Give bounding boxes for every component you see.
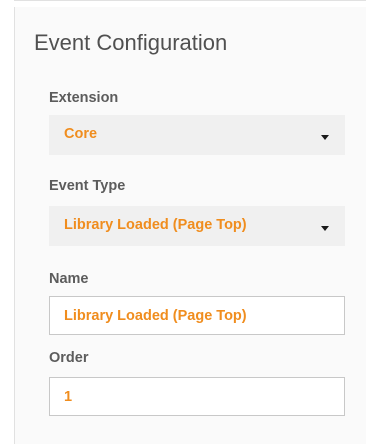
- name-field[interactable]: [49, 296, 345, 335]
- name-label: Name: [49, 271, 89, 287]
- extension-selected-value: Core: [64, 126, 98, 142]
- event-type-label: Event Type: [49, 178, 126, 194]
- order-field[interactable]: [49, 377, 345, 416]
- event-configuration-view: Event Configuration Extension Core Event…: [0, 0, 366, 444]
- caret-down-icon: [321, 135, 329, 140]
- event-type-select[interactable]: Library Loaded (Page Top): [49, 206, 345, 246]
- extension-select[interactable]: Core: [49, 115, 345, 155]
- extension-label: Extension: [49, 90, 119, 106]
- order-label: Order: [49, 350, 89, 366]
- event-type-selected-value: Library Loaded (Page Top): [64, 217, 247, 233]
- caret-down-icon: [321, 226, 329, 231]
- panel-title: Event Configuration: [34, 30, 228, 55]
- top-divider: [14, 0, 366, 1]
